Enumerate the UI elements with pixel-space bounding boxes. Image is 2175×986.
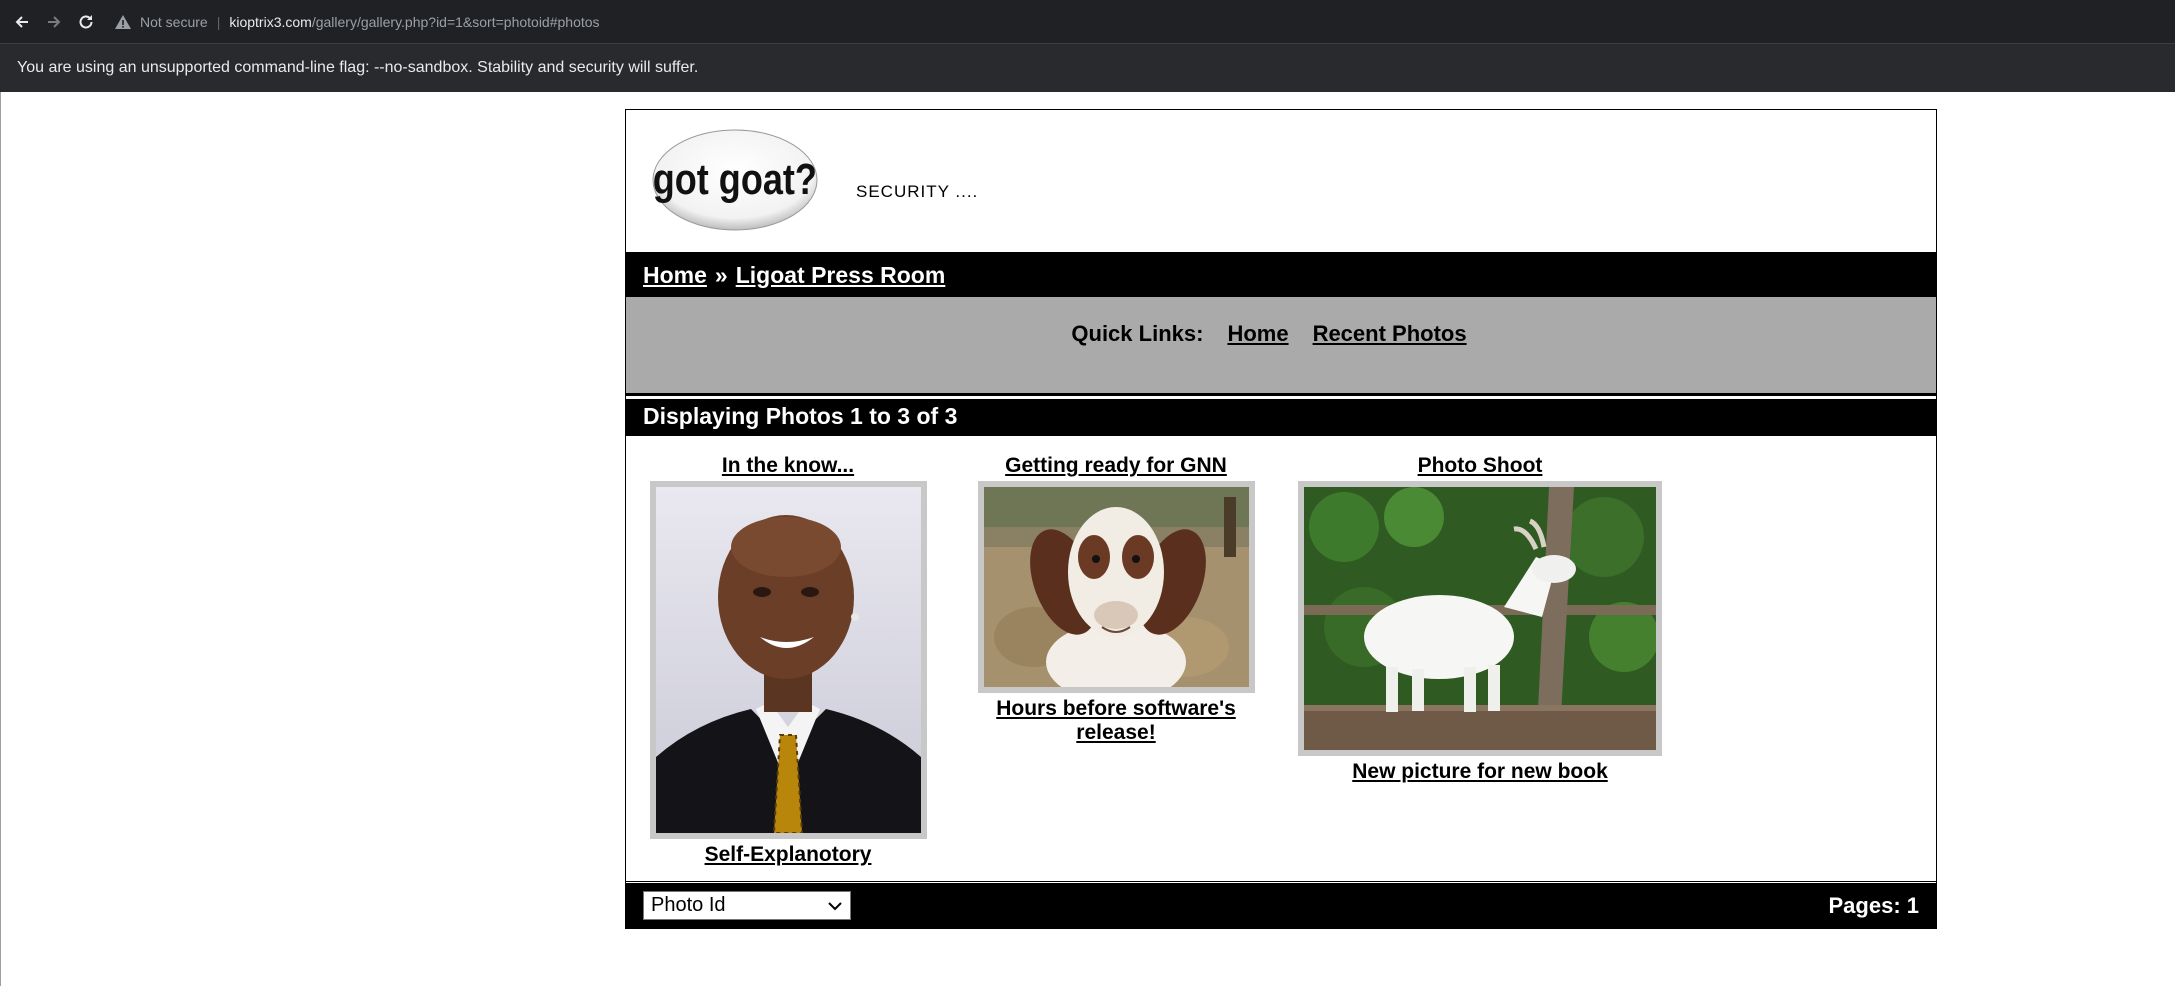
- photo-gallery: In the know... Self-Explanotory Getting …: [626, 436, 1936, 881]
- photo-title-link[interactable]: In the know...: [722, 454, 854, 477]
- photo-title-link[interactable]: Photo Shoot: [1418, 454, 1543, 477]
- photo-thumbnail[interactable]: [977, 481, 1255, 693]
- back-button[interactable]: [6, 6, 38, 38]
- chevron-down-icon: [828, 901, 842, 910]
- gallery-footer: Photo Id Pages: 1: [626, 880, 1936, 928]
- url-host: kioptrix3.com: [229, 13, 312, 30]
- breadcrumb-separator: »: [714, 261, 728, 288]
- got-goat-logo[interactable]: got goat?: [652, 128, 819, 232]
- page-viewport: got goat? SECURITY .... Home » Ligoat Pr…: [0, 92, 2175, 986]
- goat-closeup-image: [983, 487, 1249, 687]
- sort-select[interactable]: Photo Id: [643, 891, 851, 920]
- site-container: got goat? SECURITY .... Home » Ligoat Pr…: [625, 109, 1937, 929]
- gallery-heading: Displaying Photos 1 to 3 of 3: [626, 393, 1936, 436]
- sandbox-warning-infobar: You are using an unsupported command-lin…: [0, 43, 2175, 92]
- gallery-heading-text: Displaying Photos 1 to 3 of 3: [643, 402, 958, 429]
- photo-item: Photo Shoot New picture for new book: [1297, 454, 1663, 784]
- forward-button[interactable]: [38, 6, 70, 38]
- quick-links-label: Quick Links:: [1071, 321, 1204, 346]
- photo-thumbnail[interactable]: [1298, 481, 1662, 756]
- not-secure-label: Not secure: [140, 13, 208, 30]
- photo-thumbnail[interactable]: [649, 481, 927, 839]
- logo-text: got goat?: [653, 155, 817, 204]
- white-goat-image: [1304, 487, 1656, 750]
- url-path: /gallery/gallery.php?id=1&sort=photoid#p…: [311, 13, 600, 30]
- man-portrait-image: [655, 487, 921, 833]
- forward-arrow-icon: [48, 15, 61, 28]
- site-tagline: SECURITY ....: [856, 182, 979, 201]
- sort-select-value: Photo Id: [651, 894, 726, 916]
- quick-link-recent-photos[interactable]: Recent Photos: [1313, 321, 1467, 393]
- breadcrumb-home-link[interactable]: Home: [643, 262, 707, 289]
- photo-caption-link[interactable]: Hours before software's release!: [996, 697, 1236, 744]
- browser-toolbar: Not secure | kioptrix3.com/gallery/galle…: [0, 0, 2175, 43]
- reload-icon: [79, 14, 93, 28]
- address-separator: |: [216, 13, 221, 30]
- site-header: got goat? SECURITY ....: [626, 110, 1936, 252]
- photo-item: In the know... Self-Explanotory: [648, 454, 928, 867]
- quick-link-home[interactable]: Home: [1227, 321, 1288, 393]
- reload-button[interactable]: [70, 6, 102, 38]
- address-bar[interactable]: Not secure | kioptrix3.com/gallery/galle…: [114, 13, 600, 31]
- breadcrumb-current-link[interactable]: Ligoat Press Room: [736, 262, 946, 289]
- infobar-text: You are using an unsupported command-lin…: [17, 59, 699, 76]
- quick-links-bar: Quick Links: Home Recent Photos: [626, 296, 1936, 393]
- pagination-label: Pages: 1: [1828, 892, 1920, 918]
- breadcrumb: Home » Ligoat Press Room: [626, 252, 1936, 296]
- photo-caption-link[interactable]: New picture for new book: [1352, 760, 1608, 783]
- back-arrow-icon: [15, 15, 28, 28]
- photo-caption-link[interactable]: Self-Explanotory: [705, 843, 872, 866]
- photo-title-link[interactable]: Getting ready for GNN: [1005, 454, 1227, 477]
- photo-item: Getting ready for GNN Hours before softw…: [976, 454, 1256, 745]
- warning-icon: [115, 14, 131, 29]
